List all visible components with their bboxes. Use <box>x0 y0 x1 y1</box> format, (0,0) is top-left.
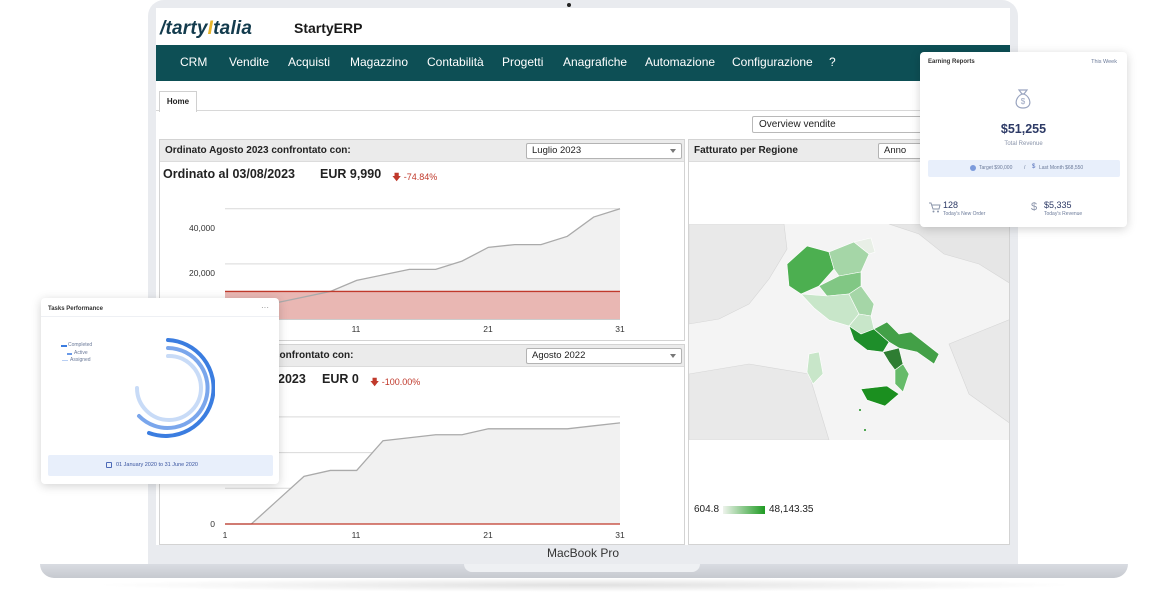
top-bar: /tartyItalia StartyERP <box>156 8 1010 45</box>
period-dropdown[interactable]: This Week <box>1091 59 1117 65</box>
x-tick-label: 31 <box>615 530 625 540</box>
svg-text:$: $ <box>1021 97 1026 106</box>
x-tick-label: 31 <box>615 324 625 334</box>
headline: 2023 <box>278 372 306 386</box>
italy-map[interactable] <box>689 223 1009 441</box>
series-area <box>225 422 620 524</box>
compare-select-value: Luglio 2023 <box>532 145 582 156</box>
nav-progetti[interactable]: Progetti <box>502 55 543 69</box>
shadow <box>90 578 1080 592</box>
trackpad-notch <box>464 564 700 572</box>
globe-icon <box>970 165 976 171</box>
map-svg <box>689 223 1009 441</box>
laptop-base <box>40 564 1128 578</box>
overview-select[interactable]: Overview vendite <box>752 116 927 133</box>
orders-value: 128 <box>943 200 959 210</box>
card-title: Earning Reports <box>928 59 975 65</box>
separator: / <box>1024 165 1026 171</box>
last-month-text: Last Month $68,550 <box>1039 165 1084 171</box>
x-tick-label: 11 <box>352 530 361 540</box>
panel-title: Ordinato Agosto 2023 confrontato con: <box>165 145 351 156</box>
y-tick-label: 40,000 <box>189 223 215 233</box>
earning-reports-card: Earning Reports This Week $ $51,255 Tota… <box>920 52 1127 227</box>
nav-configurazione[interactable]: Configurazione <box>732 55 813 69</box>
calendar-icon <box>106 462 112 468</box>
legend-max: 48,143.35 <box>769 504 814 515</box>
x-tick-label: 1 <box>223 530 228 540</box>
more-icon[interactable]: ··· <box>261 303 269 312</box>
x-tick-label: 21 <box>483 324 493 334</box>
legend-swatch <box>61 345 67 347</box>
y-tick-label: 0 <box>210 519 215 529</box>
date-range-strip[interactable]: 01 January 2020 to 31 June 2020 <box>48 455 273 476</box>
camera <box>567 3 571 7</box>
tasks-performance-card: Tasks Performance ··· Completed Active A… <box>41 298 279 484</box>
app-screen: /tartyItalia StartyERP CRM Vendite Acqui… <box>156 8 1010 545</box>
nav-crm[interactable]: CRM <box>180 55 207 69</box>
legend-active: Active <box>74 350 88 356</box>
panel-title: Fatturato per Regione <box>694 145 798 156</box>
divider <box>41 316 279 317</box>
revenue-value: $5,335 <box>1044 200 1072 210</box>
arrow-down-icon: 🡇 <box>392 172 404 182</box>
legend-min: 604.8 <box>694 504 720 515</box>
nav-automazione[interactable]: Automazione <box>645 55 715 69</box>
cart-icon <box>929 202 941 213</box>
nav-vendite[interactable]: Vendite <box>229 55 269 69</box>
x-tick-label: 21 <box>483 530 493 540</box>
dollar-icon: $ <box>1032 164 1036 170</box>
orders-label: Today's New Order <box>943 211 986 217</box>
chevron-down-icon <box>670 354 676 358</box>
delta-badge: 🡇 -74.84% <box>392 172 438 182</box>
money-bag-icon: $ <box>1015 89 1031 109</box>
date-range: 01 January 2020 to 31 June 2020 <box>116 462 198 468</box>
comparison-area <box>225 291 620 319</box>
legend-completed: Completed <box>68 342 93 348</box>
app-title: StartyERP <box>294 20 363 36</box>
chevron-down-icon <box>670 149 676 153</box>
dollar-icon: $ <box>1031 201 1038 213</box>
device-label: MacBook Pro <box>546 546 620 560</box>
amount: EUR 0 <box>322 372 359 386</box>
nav-anagrafiche[interactable]: Anagrafiche <box>563 55 627 69</box>
nav-magazzino[interactable]: Magazzino <box>350 55 408 69</box>
target-text: Target $90,000 <box>979 165 1013 171</box>
legend-gradient <box>723 506 765 514</box>
y-tick-label: 20,000 <box>189 268 215 278</box>
compare-select[interactable]: Agosto 2022 <box>526 348 682 364</box>
delta-badge: 🡇 -100.00% <box>370 377 421 387</box>
tab-home[interactable]: Home <box>159 91 197 112</box>
stage: /tartyItalia StartyERP CRM Vendite Acqui… <box>0 0 1175 594</box>
period-select-value: Anno <box>884 145 907 156</box>
nav-acquisti[interactable]: Acquisti <box>288 55 330 69</box>
nav-contabilita[interactable]: Contabilità <box>427 55 484 69</box>
legend-assigned: Assigned <box>70 357 91 363</box>
tab-strip: Home <box>156 91 1010 112</box>
card-title: Tasks Performance <box>48 306 103 312</box>
panel-header: Ordinato Agosto 2023 confrontato con: Lu… <box>160 140 684 162</box>
total-label: Total Revenue <box>1004 141 1043 147</box>
compare-select-value: Agosto 2022 <box>532 350 586 361</box>
nav-help[interactable]: ? <box>829 55 836 69</box>
legend-swatch <box>62 360 68 361</box>
headline: Ordinato al 03/08/2023 <box>163 167 296 181</box>
legend-swatch <box>67 353 72 355</box>
radial-chart <box>135 338 215 438</box>
compare-select[interactable]: Luglio 2023 <box>526 143 682 159</box>
revenue-label: Today's Revenue <box>1044 211 1083 217</box>
x-tick-label: 11 <box>352 324 361 334</box>
main-nav: CRM Vendite Acquisti Magazzino Contabili… <box>156 45 1010 81</box>
arrow-down-icon: 🡇 <box>370 377 382 387</box>
total-revenue: $51,255 <box>1000 122 1047 136</box>
target-strip: Target $90,000 / $ Last Month $68,550 <box>928 160 1120 177</box>
panel-title: confrontato con: <box>274 350 354 361</box>
amount: EUR 9,990 <box>320 167 382 181</box>
logo[interactable]: /tartyItalia <box>160 18 252 40</box>
